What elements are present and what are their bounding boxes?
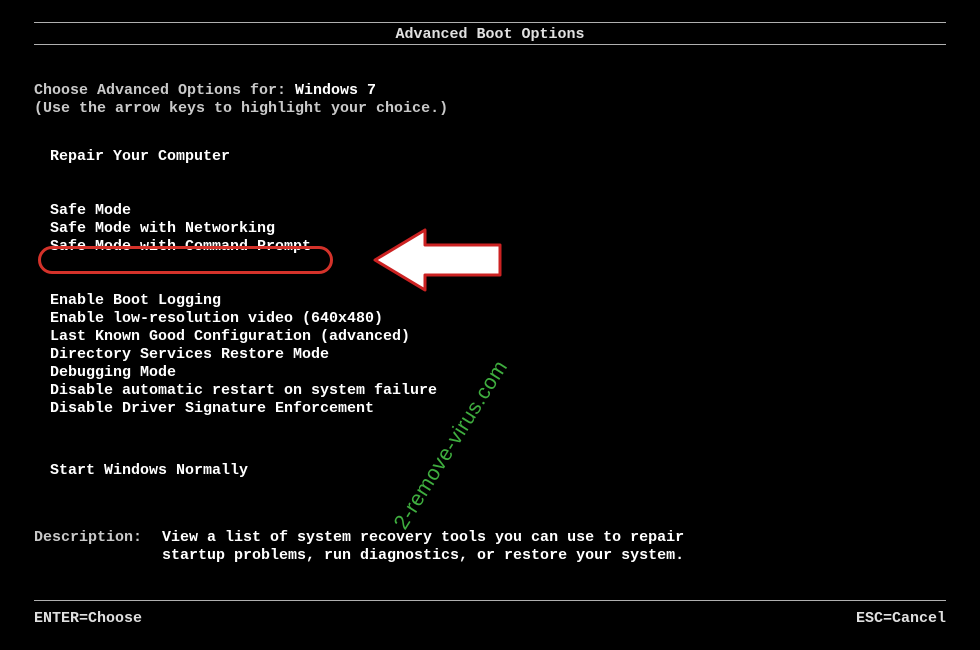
menu-item-start-normally[interactable]: Start Windows Normally bbox=[50, 462, 437, 480]
menu-item-boot-logging[interactable]: Enable Boot Logging bbox=[50, 292, 437, 310]
footer-divider bbox=[34, 600, 946, 601]
menu-item-low-res[interactable]: Enable low-resolution video (640x480) bbox=[50, 310, 437, 328]
menu-item-safe-mode[interactable]: Safe Mode bbox=[50, 202, 437, 220]
menu-item-safe-mode-cmd[interactable]: Safe Mode with Command Prompt bbox=[50, 238, 437, 256]
header-divider-top bbox=[34, 22, 946, 23]
os-name: Windows 7 bbox=[295, 82, 376, 99]
menu-item-debugging[interactable]: Debugging Mode bbox=[50, 364, 437, 382]
instruction-text: (Use the arrow keys to highlight your ch… bbox=[34, 100, 448, 117]
menu-item-safe-mode-networking[interactable]: Safe Mode with Networking bbox=[50, 220, 437, 238]
menu-item-disable-auto-restart[interactable]: Disable automatic restart on system fail… bbox=[50, 382, 437, 400]
page-title: Advanced Boot Options bbox=[0, 26, 980, 43]
description-text: View a list of system recovery tools you… bbox=[162, 529, 722, 565]
choose-prompt-label: Choose Advanced Options for: bbox=[34, 82, 295, 99]
choose-prompt: Choose Advanced Options for: Windows 7 bbox=[34, 82, 376, 99]
menu-item-ds-restore[interactable]: Directory Services Restore Mode bbox=[50, 346, 437, 364]
menu-item-last-known-good[interactable]: Last Known Good Configuration (advanced) bbox=[50, 328, 437, 346]
footer-esc-hint: ESC=Cancel bbox=[856, 610, 946, 627]
footer-enter-hint: ENTER=Choose bbox=[34, 610, 142, 627]
menu-item-disable-driver-sig[interactable]: Disable Driver Signature Enforcement bbox=[50, 400, 437, 418]
boot-menu[interactable]: Repair Your Computer Safe Mode Safe Mode… bbox=[50, 148, 437, 480]
menu-item-repair[interactable]: Repair Your Computer bbox=[50, 148, 437, 166]
description-label: Description: bbox=[34, 529, 142, 546]
header-divider-bottom bbox=[34, 44, 946, 45]
